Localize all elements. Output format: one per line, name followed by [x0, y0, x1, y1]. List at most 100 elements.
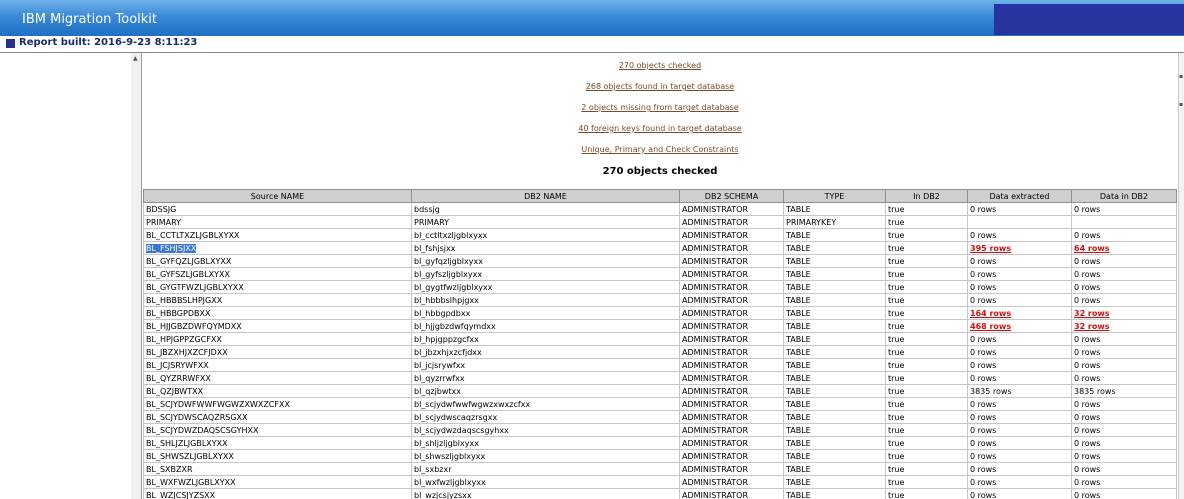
- cell-db2-schema: ADMINISTRATOR: [679, 228, 784, 242]
- link-objects-found[interactable]: 268 objects found in target database: [142, 82, 1178, 91]
- cell-data-extracted: [967, 215, 1072, 229]
- cell-data-in-db2: 0 rows: [1071, 488, 1177, 499]
- cell-source-name: BL_QYZRRWFXX: [143, 371, 412, 385]
- cell-source-name: BL_SXBZXR: [143, 462, 412, 476]
- cell-type: TABLE: [783, 319, 886, 333]
- cell-source-name: BL_HJJGBZDWFQYMDXX: [143, 319, 412, 333]
- table-row[interactable]: BL_GYFQZLJGBLXYXX bl_gyfqzljgblxyxx ADMINI…: [143, 254, 1177, 268]
- cell-db2-name: bl_hbbgpdbxx: [411, 306, 680, 320]
- table-row[interactable]: BL_FSHJSJXX bl_fshjsjxx ADMINISTRATOR TABLE…: [143, 241, 1177, 255]
- cell-type: PRIMARYKEY: [783, 215, 886, 229]
- cell-type: TABLE: [783, 449, 886, 463]
- link-objects-checked[interactable]: 270 objects checked: [142, 61, 1178, 70]
- cell-type: TABLE: [783, 293, 886, 307]
- link-objects-missing[interactable]: 2 objects missing from target database: [142, 103, 1178, 112]
- cell-source-name: BL_SHWSZLJGBLXYXX: [143, 449, 412, 463]
- cell-db2-name: bdssjg: [411, 202, 680, 216]
- cell-source-name: BL_SCJYDWZDAQSCSGYHXX: [143, 423, 412, 437]
- cell-db2-schema: ADMINISTRATOR: [679, 488, 784, 499]
- cell-data-in-db2: 0 rows: [1071, 280, 1177, 294]
- cell-data-extracted: 0 rows: [967, 488, 1072, 499]
- cell-source-name: BL_JBZXHJXZCFJDXX: [143, 345, 412, 359]
- cell-type: TABLE: [783, 436, 886, 450]
- table-row[interactable]: BL_CCTLTXZLJGBLXYXX bl_cctltxzljgblxyxx AD…: [143, 228, 1177, 242]
- table-row[interactable]: BL_SCJYDWZDAQSCSGYHXX bl_scjydwzdaqscsgyh…: [143, 423, 1177, 437]
- cell-db2-name: bl_shljzljgblxyxx: [411, 436, 680, 450]
- cell-in-db2: true: [885, 462, 968, 476]
- left-scrollbar[interactable]: ▲: [131, 53, 142, 499]
- cell-db2-schema: ADMINISTRATOR: [679, 410, 784, 424]
- table-row[interactable]: BL_QZJBWTXX bl_qzjbwtxx ADMINISTRATOR TABLE…: [143, 384, 1177, 398]
- cell-data-extracted: 0 rows: [967, 228, 1072, 242]
- table-row[interactable]: BL_SCJYDWSCAQZRSGXX bl_scjydwscaqzrsgxx AD…: [143, 410, 1177, 424]
- cell-db2-name: bl_jbzxhjxzcfjdxx: [411, 345, 680, 359]
- cell-in-db2: true: [885, 254, 968, 268]
- scroll-marker-icon: ▪: [1179, 101, 1184, 108]
- cell-in-db2: true: [885, 215, 968, 229]
- table-row[interactable]: PRIMARY PRIMARY ADMINISTRATOR PRIMARYKEY tru…: [143, 215, 1177, 229]
- link-foreign-keys[interactable]: 40 foreign keys found in target database: [142, 124, 1178, 133]
- cell-source-name: BL_QZJBWTXX: [143, 384, 412, 398]
- cell-db2-schema: ADMINISTRATOR: [679, 475, 784, 489]
- cell-source-name: BL_HBBBSLHPJGXX: [143, 293, 412, 307]
- table-body: BDSSJG bdssjg ADMINISTRATOR TABLE true 0 rows…: [143, 202, 1177, 499]
- table-row[interactable]: BL_HBBBSLHPJGXX bl_hbbbslhpjgxx ADMINISTRA…: [143, 293, 1177, 307]
- cell-db2-name: PRIMARY: [411, 215, 680, 229]
- cell-source-name: PRIMARY: [143, 215, 412, 229]
- cell-db2-name: bl_jcjsrywfxx: [411, 358, 680, 372]
- column-header-source-name: Source NAME: [143, 189, 412, 203]
- right-scrollbar[interactable]: ▪ ▪: [1178, 53, 1184, 499]
- cell-db2-name: bl_scjydwscaqzrsgxx: [411, 410, 680, 424]
- cell-data-extracted: 0 rows: [967, 254, 1072, 268]
- table-row[interactable]: BL_HBBGPDBXX bl_hbbgpdbxx ADMINISTRATOR TAB…: [143, 306, 1177, 320]
- cell-data-in-db2: 0 rows: [1071, 397, 1177, 411]
- table-row[interactable]: BL_GYFSZLJGBLXYXX bl_gyfszljgblxyxx ADMINI…: [143, 267, 1177, 281]
- cell-data-in-db2: 0 rows: [1071, 345, 1177, 359]
- table-row[interactable]: BL_JCJSRYWFXX bl_jcjsrywfxx ADMINISTRATOR T…: [143, 358, 1177, 372]
- cell-type: TABLE: [783, 267, 886, 281]
- table-row[interactable]: BL_HJJGBZDWFQYMDXX bl_hjjgbzdwfqymdxx ADMI…: [143, 319, 1177, 333]
- table-header-row: Source NAME DB2 NAME DB2 SCHEMA TYPE In DB2 D…: [143, 189, 1177, 203]
- cell-type: TABLE: [783, 280, 886, 294]
- table-row[interactable]: BL_HPJGPPZGCFXX bl_hpjgppzgcfxx ADMINISTRA…: [143, 332, 1177, 346]
- cell-type: TABLE: [783, 462, 886, 476]
- table-row[interactable]: BL_WXFWZLJGBLXYXX bl_wxfwzljgblxyxx ADMINI…: [143, 475, 1177, 489]
- cell-data-extracted: 0 rows: [967, 436, 1072, 450]
- table-row[interactable]: BL_SHWSZLJGBLXYXX bl_shwszljgblxyxx ADMINI…: [143, 449, 1177, 463]
- objects-checked-heading: 270 objects checked: [602, 166, 718, 177]
- table-row[interactable]: BL_SHLJZLJGBLXYXX bl_shljzljgblxyxx ADMINI…: [143, 436, 1177, 450]
- cell-in-db2: true: [885, 410, 968, 424]
- cell-db2-name: bl_gygtfwzljgblxyxx: [411, 280, 680, 294]
- cell-in-db2: true: [885, 241, 968, 255]
- cell-db2-name: bl_fshjsjxx: [411, 241, 680, 255]
- table-row[interactable]: BL_SXBZXR bl_sxbzxr ADMINISTRATOR TABLE true…: [143, 462, 1177, 476]
- table-row[interactable]: BL_SCJYDWFWWFWGWZXWXZCFXX bl_scjydwfwwfwg…: [143, 397, 1177, 411]
- cell-data-in-db2: [1071, 215, 1177, 229]
- table-row[interactable]: BL_QYZRRWFXX bl_qyzrrwfxx ADMINISTRATOR TAB…: [143, 371, 1177, 385]
- cell-in-db2: true: [885, 423, 968, 437]
- table-row[interactable]: BL_JBZXHJXZCFJDXX bl_jbzxhjxzcfjdxx ADMINI…: [143, 345, 1177, 359]
- cell-data-in-db2: 0 rows: [1071, 228, 1177, 242]
- cell-data-extracted: 0 rows: [967, 397, 1072, 411]
- cell-type: TABLE: [783, 371, 886, 385]
- cell-in-db2: true: [885, 280, 968, 294]
- cell-db2-name: bl_wzjcsjyzsxx: [411, 488, 680, 499]
- cell-data-in-db2: 0 rows: [1071, 423, 1177, 437]
- link-constraints[interactable]: Unique, Primary and Check Constraints: [142, 145, 1178, 154]
- scroll-up-arrow-icon[interactable]: ▲: [133, 55, 138, 62]
- table-row[interactable]: BDSSJG bdssjg ADMINISTRATOR TABLE true 0 rows…: [143, 202, 1177, 216]
- cell-source-name: BL_WXFWZLJGBLXYXX: [143, 475, 412, 489]
- cell-in-db2: true: [885, 293, 968, 307]
- cell-db2-name: bl_scjydwfwwfwgwzxwxzcfxx: [411, 397, 680, 411]
- column-header-type: TYPE: [783, 189, 886, 203]
- table-row[interactable]: BL_WZJCSJYZSXX bl_wzjcsjyzsxx ADMINISTRATO…: [143, 488, 1177, 499]
- cell-source-name: BL_GYFQZLJGBLXYXX: [143, 254, 412, 268]
- cell-db2-name: bl_sxbzxr: [411, 462, 680, 476]
- cell-data-in-db2: 0 rows: [1071, 358, 1177, 372]
- app-title: IBM Migration Toolkit: [22, 12, 158, 27]
- cell-data-extracted: 0 rows: [967, 280, 1072, 294]
- table-row[interactable]: BL_GYGTFWZLJGBLXYXX bl_gygtfwzljgblxyxx AD…: [143, 280, 1177, 294]
- cell-in-db2: true: [885, 384, 968, 398]
- cell-source-name: BL_GYFSZLJGBLXYXX: [143, 267, 412, 281]
- cell-in-db2: true: [885, 319, 968, 333]
